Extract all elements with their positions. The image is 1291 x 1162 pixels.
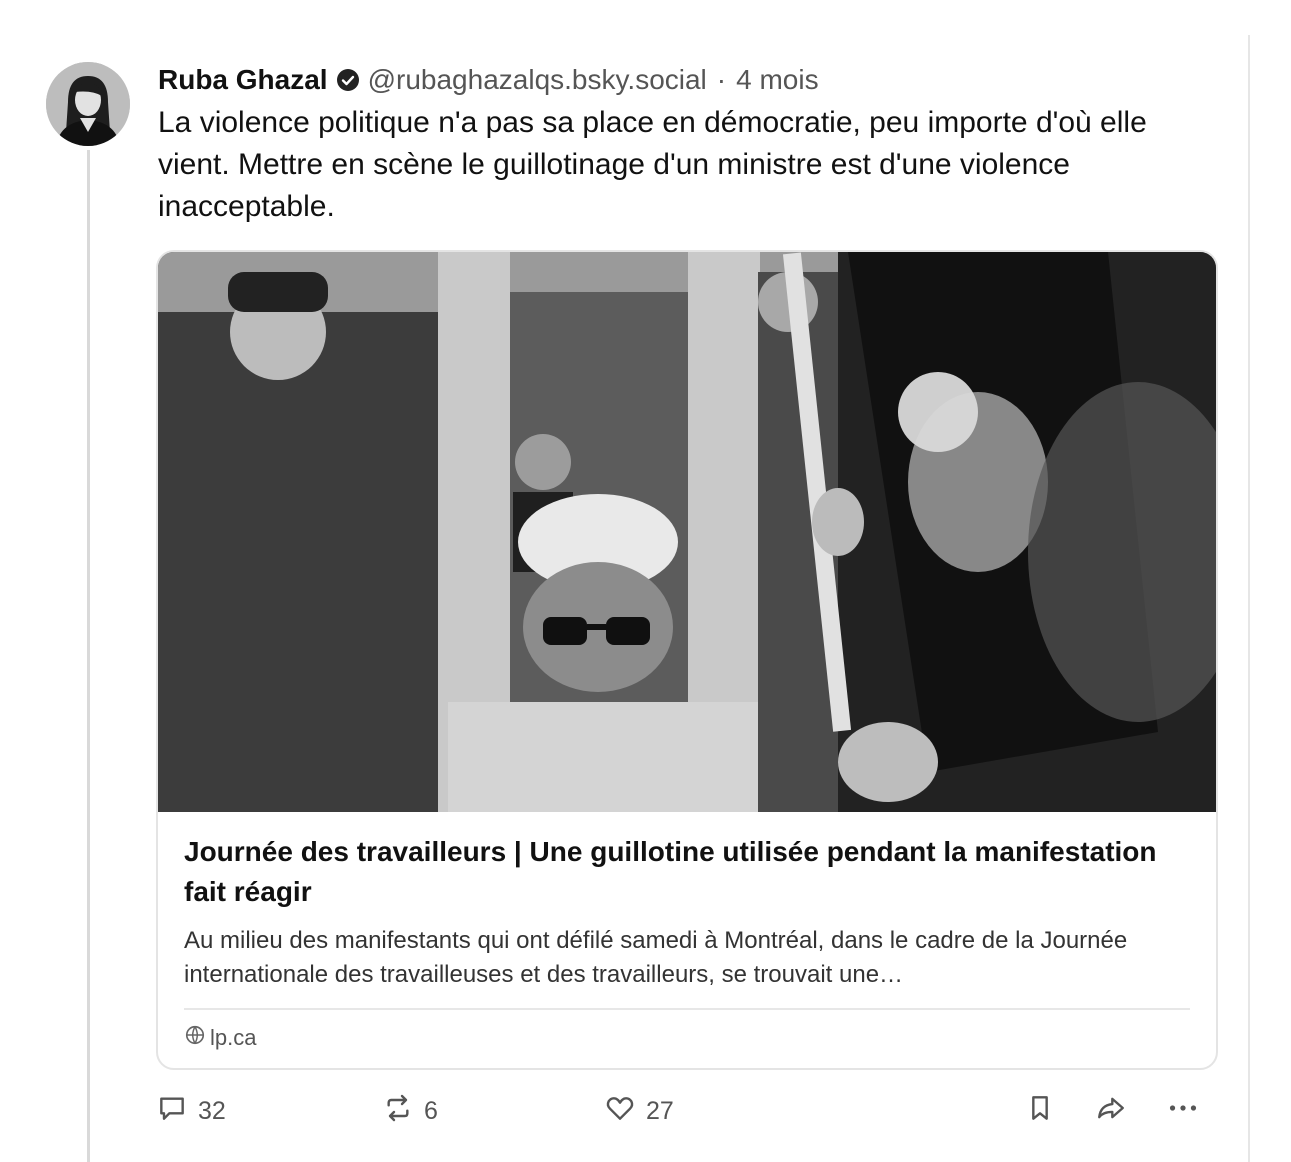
post: Ruba Ghazal @rubaghazalqs.bsky.social · … bbox=[158, 60, 1218, 228]
link-card-title: Journée des travailleurs | Une guillotin… bbox=[184, 836, 1157, 907]
link-card-image bbox=[158, 252, 1216, 812]
post-page: Ruba Ghazal @rubaghazalqs.bsky.social · … bbox=[0, 0, 1291, 1162]
link-card[interactable]: Journée des travailleurs | Une guillotin… bbox=[156, 250, 1218, 1070]
repost-count: 6 bbox=[424, 1097, 438, 1125]
bookmark-icon bbox=[1024, 1092, 1066, 1131]
link-card-domain-row: lp.ca bbox=[184, 1024, 1190, 1052]
reply-button[interactable]: 32 bbox=[156, 1092, 226, 1131]
like-button[interactable]: 27 bbox=[604, 1092, 674, 1131]
post-actions: 32 6 27 bbox=[156, 1090, 1216, 1130]
comment-icon bbox=[156, 1092, 198, 1131]
header-separator: · bbox=[716, 64, 727, 95]
more-icon bbox=[1166, 1092, 1210, 1131]
heart-icon bbox=[604, 1092, 646, 1131]
link-card-body: Journée des travailleurs | Une guillotin… bbox=[158, 812, 1216, 1052]
reply-count: 32 bbox=[198, 1097, 226, 1125]
post-header: Ruba Ghazal @rubaghazalqs.bsky.social · … bbox=[158, 60, 1218, 100]
repost-button[interactable]: 6 bbox=[382, 1092, 438, 1131]
bookmark-button[interactable] bbox=[1024, 1092, 1066, 1131]
author-handle[interactable]: @rubaghazalqs.bsky.social bbox=[368, 64, 707, 96]
author-avatar[interactable] bbox=[46, 62, 130, 146]
verified-badge-icon bbox=[336, 68, 360, 92]
link-card-divider bbox=[184, 1008, 1190, 1010]
post-text: La violence politique n'a pas sa place e… bbox=[158, 106, 1147, 223]
share-button[interactable] bbox=[1094, 1092, 1138, 1131]
feed-border bbox=[1248, 35, 1250, 1162]
globe-icon bbox=[184, 1024, 210, 1052]
share-icon bbox=[1094, 1092, 1138, 1131]
link-card-domain: lp.ca bbox=[210, 1025, 257, 1050]
repost-icon bbox=[382, 1092, 424, 1131]
link-card-description: Au milieu des manifestants qui ont défil… bbox=[184, 927, 1128, 988]
author-name[interactable]: Ruba Ghazal bbox=[158, 64, 328, 96]
avatar-image bbox=[46, 62, 130, 146]
thread-line bbox=[87, 150, 90, 1162]
like-count: 27 bbox=[646, 1097, 674, 1125]
post-timestamp[interactable]: 4 mois bbox=[736, 64, 818, 96]
more-button[interactable] bbox=[1166, 1092, 1210, 1131]
